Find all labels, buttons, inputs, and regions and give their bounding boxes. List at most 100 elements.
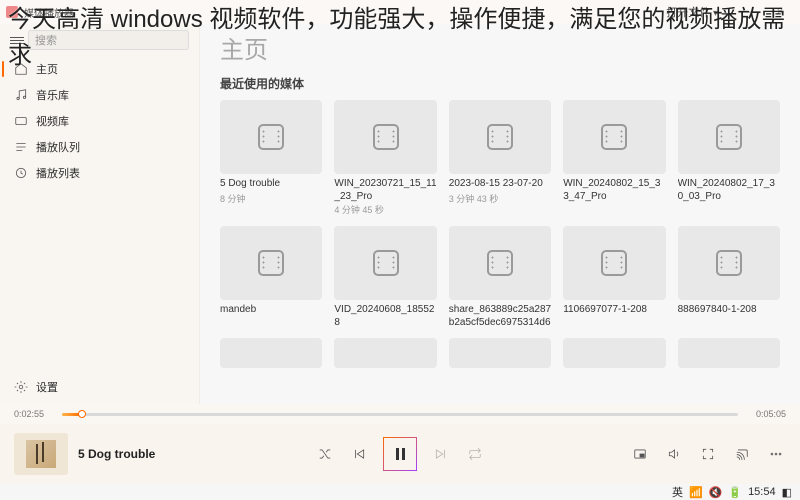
- close-button[interactable]: ×: [766, 6, 794, 18]
- media-duration: 4 分钟 45 秒: [334, 203, 436, 216]
- media-thumb: [334, 338, 436, 368]
- media-card[interactable]: [220, 338, 322, 368]
- media-thumb: [563, 338, 665, 368]
- sidebar-item-label: 视频库: [36, 113, 69, 129]
- sidebar-item-label: 设置: [36, 379, 58, 395]
- sidebar-item-label: 播放列表: [36, 165, 80, 181]
- playlist-icon: [14, 166, 28, 180]
- page-title: 主页: [220, 30, 780, 65]
- menu-icon[interactable]: [10, 37, 24, 44]
- media-thumb: [678, 100, 780, 174]
- content-area: 主页 最近使用的媒体 5 Dog trouble8 分钟WIN_20230721…: [200, 24, 800, 404]
- music-icon: [14, 88, 28, 102]
- film-icon: [373, 124, 399, 150]
- prev-button[interactable]: [349, 444, 369, 464]
- media-card[interactable]: share_863889c25a287b2a5cf5dec6975314d6: [449, 226, 551, 328]
- repeat-button[interactable]: [465, 444, 485, 464]
- film-icon: [716, 250, 742, 276]
- sidebar-item-video[interactable]: 视频库: [0, 108, 199, 134]
- media-thumb: [334, 226, 436, 300]
- media-title: VID_20240608_185528: [334, 304, 436, 328]
- media-title: 2023-08-15 23-07-20: [449, 178, 551, 191]
- home-icon: [14, 62, 28, 76]
- more-button[interactable]: [766, 444, 786, 464]
- media-thumb: [678, 226, 780, 300]
- media-thumb: [563, 226, 665, 300]
- sidebar-item-label: 音乐库: [36, 87, 69, 103]
- media-card[interactable]: 2023-08-15 23-07-203 分钟 43 秒: [449, 100, 551, 216]
- film-icon: [601, 250, 627, 276]
- media-grid: 5 Dog trouble8 分钟WIN_20230721_15_11_23_P…: [220, 100, 780, 328]
- sidebar-item-queue[interactable]: 播放队列: [0, 134, 199, 160]
- sidebar-item-label: 播放队列: [36, 139, 80, 155]
- app-title: 媒体播放器: [24, 5, 74, 20]
- open-file-button[interactable]: 打开文件 ▾: [658, 2, 726, 22]
- gear-icon: [14, 380, 28, 394]
- player-controls: [315, 437, 485, 471]
- media-title: 888697840-1-208: [678, 304, 780, 317]
- titlebar: 媒体播放器 打开文件 ▾ — ×: [0, 0, 800, 24]
- media-title: WIN_20230721_15_11_23_Pro: [334, 178, 436, 202]
- total-time: 0:05:05: [746, 409, 786, 419]
- film-icon: [258, 124, 284, 150]
- film-icon: [258, 250, 284, 276]
- play-pause-button[interactable]: [383, 437, 417, 471]
- film-icon: [601, 124, 627, 150]
- sidebar: 搜索 主页 音乐库 视频库 播放队列 播放列表 设置: [0, 24, 200, 404]
- media-thumb: [220, 226, 322, 300]
- sidebar-item-playlist[interactable]: 播放列表: [0, 160, 199, 186]
- media-duration: 8 分钟: [220, 192, 322, 205]
- media-title: mandeb: [220, 304, 322, 317]
- battery-icon[interactable]: 🔋: [728, 486, 742, 499]
- media-card[interactable]: WIN_20240802_17_30_03_Pro: [678, 100, 780, 216]
- now-playing-thumb[interactable]: [14, 433, 68, 475]
- sidebar-item-music[interactable]: 音乐库: [0, 82, 199, 108]
- clock[interactable]: 15:54: [748, 486, 776, 498]
- media-card[interactable]: [563, 338, 665, 368]
- media-thumb: [449, 338, 551, 368]
- media-card[interactable]: 888697840-1-208: [678, 226, 780, 328]
- sidebar-item-home[interactable]: 主页: [0, 56, 199, 82]
- media-card[interactable]: [334, 338, 436, 368]
- right-controls: [630, 444, 786, 464]
- notif-icon[interactable]: ◧: [782, 486, 792, 499]
- media-card[interactable]: mandeb: [220, 226, 322, 328]
- app-icon: [6, 6, 18, 18]
- media-card[interactable]: WIN_20240802_15_33_47_Pro: [563, 100, 665, 216]
- seek-slider[interactable]: [62, 413, 738, 416]
- media-card[interactable]: 5 Dog trouble8 分钟: [220, 100, 322, 216]
- media-card[interactable]: [678, 338, 780, 368]
- search-input[interactable]: 搜索: [28, 30, 189, 50]
- ime-indicator[interactable]: 英: [672, 484, 683, 500]
- media-duration: 3 分钟 43 秒: [449, 192, 551, 205]
- cast-button[interactable]: [732, 444, 752, 464]
- media-thumb: [220, 100, 322, 174]
- media-thumb: [449, 100, 551, 174]
- miniplayer-button[interactable]: [630, 444, 650, 464]
- media-card[interactable]: VID_20240608_185528: [334, 226, 436, 328]
- progress-row: 0:02:55 0:05:05: [0, 404, 800, 424]
- wifi-icon[interactable]: 📶: [689, 486, 703, 499]
- media-card[interactable]: [449, 338, 551, 368]
- media-card[interactable]: 1106697077-1-208: [563, 226, 665, 328]
- media-title: WIN_20240802_15_33_47_Pro: [563, 178, 665, 202]
- volume-button[interactable]: [664, 444, 684, 464]
- now-playing-title: 5 Dog trouble: [78, 447, 155, 461]
- sound-icon[interactable]: 🔇: [709, 486, 723, 499]
- media-title: WIN_20240802_17_30_03_Pro: [678, 178, 780, 202]
- media-title: 1106697077-1-208: [563, 304, 665, 317]
- media-thumb: [678, 338, 780, 368]
- next-button[interactable]: [431, 444, 451, 464]
- queue-icon: [14, 140, 28, 154]
- section-title: 最近使用的媒体: [220, 75, 780, 92]
- minimize-button[interactable]: —: [732, 6, 760, 18]
- elapsed-time: 0:02:55: [14, 409, 54, 419]
- fullscreen-button[interactable]: [698, 444, 718, 464]
- media-title: share_863889c25a287b2a5cf5dec6975314d6: [449, 304, 551, 328]
- media-card[interactable]: WIN_20230721_15_11_23_Pro4 分钟 45 秒: [334, 100, 436, 216]
- shuffle-button[interactable]: [315, 444, 335, 464]
- sidebar-item-settings[interactable]: 设置: [0, 374, 199, 400]
- video-icon: [14, 114, 28, 128]
- media-thumb: [449, 226, 551, 300]
- film-icon: [373, 250, 399, 276]
